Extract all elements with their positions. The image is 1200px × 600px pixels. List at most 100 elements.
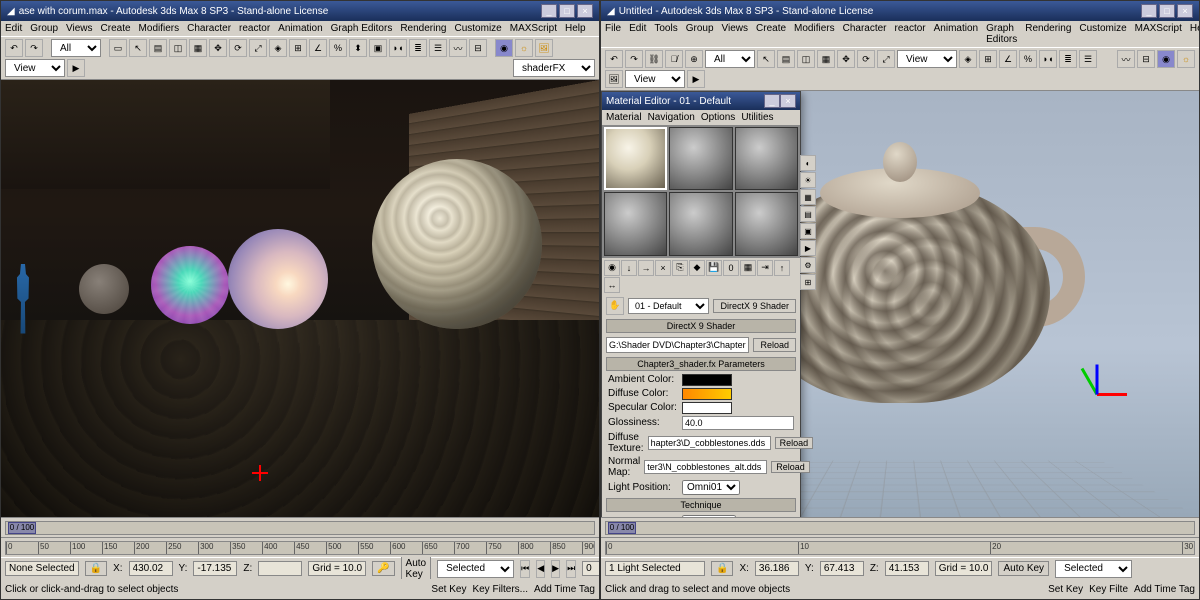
make-unique-icon[interactable]: ◆ [689, 260, 705, 276]
rotate-icon[interactable]: ⟳ [857, 50, 875, 68]
align-icon[interactable]: ≣ [1059, 50, 1077, 68]
move-icon[interactable]: ✥ [837, 50, 855, 68]
setkey-button[interactable]: Set Key [431, 584, 466, 595]
scale-icon[interactable]: ⤢ [249, 39, 267, 57]
menu-grapheditors[interactable]: Graph Editors [986, 23, 1017, 45]
spinner-snap-icon[interactable]: ⬍ [349, 39, 367, 57]
redo-icon[interactable]: ↷ [625, 50, 643, 68]
keymode-dropdown[interactable]: Selected [1055, 560, 1132, 578]
timeline-left[interactable]: 0 / 100 [1, 517, 599, 537]
go-sibling-icon[interactable]: ↔ [604, 277, 620, 293]
matmenu-navigation[interactable]: Navigation [648, 112, 695, 123]
diffuse-color-swatch[interactable] [682, 388, 732, 400]
timeline-ruler[interactable]: 0 / 100 [5, 521, 595, 535]
x-coord-input[interactable] [755, 561, 799, 576]
percent-snap-icon[interactable]: % [1019, 50, 1037, 68]
autokey-button[interactable]: Auto Key [401, 556, 432, 582]
rollout-params[interactable]: Chapter3_shader.fx Parameters [606, 357, 796, 371]
menu-reactor[interactable]: reactor [895, 23, 926, 45]
backlight-icon[interactable]: ☀ [800, 172, 816, 188]
undo-icon[interactable]: ↶ [605, 50, 623, 68]
gizmo-x-axis[interactable] [1097, 393, 1127, 396]
timeline-right[interactable]: 0 / 100 [601, 517, 1199, 537]
curve-editor-icon[interactable]: 〰 [1117, 50, 1135, 68]
y-coord-input[interactable] [193, 561, 237, 576]
matmenu-material[interactable]: Material [606, 112, 642, 123]
named-selection-icon[interactable]: ▣ [369, 39, 387, 57]
render-scene-icon[interactable]: ☼ [515, 39, 533, 57]
menu-modifiers[interactable]: Modifiers [794, 23, 835, 45]
gizmo-z-axis[interactable] [1096, 365, 1099, 395]
assign-material-icon[interactable]: → [638, 260, 654, 276]
mateditor-close-icon[interactable]: × [780, 94, 796, 108]
material-editor-icon[interactable]: ◉ [495, 39, 513, 57]
material-slot-6[interactable] [735, 192, 798, 255]
menu-group[interactable]: Group [30, 23, 58, 34]
play-icon[interactable]: ▶ [551, 560, 560, 578]
snap-toggle-icon[interactable]: ⊞ [289, 39, 307, 57]
material-editor-icon[interactable]: ◉ [1157, 50, 1175, 68]
material-slot-1[interactable] [604, 127, 667, 190]
bind-icon[interactable]: ⊕ [685, 50, 703, 68]
mateditor-minimize-icon[interactable]: _ [764, 94, 780, 108]
undo-icon[interactable]: ↶ [5, 39, 23, 57]
background-icon[interactable]: ▦ [800, 189, 816, 205]
menu-help[interactable]: Help [1190, 23, 1200, 45]
render-last-icon[interactable]: ▶ [67, 59, 85, 77]
keyfilters-button[interactable]: Key Filte [1089, 584, 1128, 595]
z-coord-input[interactable] [885, 561, 929, 576]
ref-coord-dropdown[interactable]: View [5, 59, 65, 77]
pivot-icon[interactable]: ◈ [959, 50, 977, 68]
frame-input[interactable] [582, 561, 600, 576]
render-dropdown[interactable]: View [625, 70, 685, 88]
ambient-color-swatch[interactable] [682, 374, 732, 386]
show-end-icon[interactable]: ⇥ [757, 260, 773, 276]
fx-reload-button[interactable]: Reload [753, 338, 796, 352]
layers-icon[interactable]: ☰ [1079, 50, 1097, 68]
select-by-mat-icon[interactable]: ⊞ [800, 274, 816, 290]
layers-icon[interactable]: ☰ [429, 39, 447, 57]
light-pos-dropdown[interactable]: Omni01 [682, 480, 740, 495]
menu-customize[interactable]: Customize [1079, 23, 1126, 45]
ref-coord-icon[interactable]: ◈ [269, 39, 287, 57]
material-name-dropdown[interactable]: 01 - Default [628, 298, 709, 314]
quick-render-icon[interactable]: 🖼 [605, 70, 623, 88]
fx-path-input[interactable] [606, 337, 749, 353]
shader-dropdown[interactable]: shaderFX [513, 59, 595, 77]
rect-select-icon[interactable]: ◫ [797, 50, 815, 68]
technique-dropdown[interactable]: regular [682, 515, 736, 517]
reset-material-icon[interactable]: × [655, 260, 671, 276]
sample-type-icon[interactable]: ◐ [800, 155, 816, 171]
select-by-name-icon[interactable]: ▤ [149, 39, 167, 57]
menu-create[interactable]: Create [756, 23, 786, 45]
mirror-icon[interactable]: ◗◖ [1039, 50, 1057, 68]
quick-render-icon[interactable]: 🖼 [535, 39, 553, 57]
angle-snap-icon[interactable]: ∠ [309, 39, 327, 57]
close-button[interactable]: × [577, 4, 593, 18]
render-last-icon[interactable]: ▶ [687, 70, 705, 88]
menu-animation[interactable]: Animation [278, 23, 322, 34]
schematic-icon[interactable]: ⊟ [1137, 50, 1155, 68]
menu-views[interactable]: Views [66, 23, 93, 34]
maximize-button[interactable]: □ [559, 4, 575, 18]
scale-icon[interactable]: ⤢ [877, 50, 895, 68]
material-slot-4[interactable] [604, 192, 667, 255]
shader-type-button[interactable]: DirectX 9 Shader [713, 299, 796, 313]
curve-editor-icon[interactable]: 〰 [449, 39, 467, 57]
diffuse-tex-input[interactable] [648, 436, 771, 450]
addtimetag[interactable]: Add Time Tag [534, 584, 595, 595]
menu-modifiers[interactable]: Modifiers [139, 23, 180, 34]
material-id-icon[interactable]: 0 [723, 260, 739, 276]
menu-edit[interactable]: Edit [5, 23, 22, 34]
timeline-ruler[interactable]: 0 / 100 [605, 521, 1195, 535]
viewport-right[interactable]: Material Editor - 01 - Default _ × Mater… [601, 91, 1199, 517]
autokey-button[interactable]: Auto Key [998, 561, 1049, 576]
menu-reactor[interactable]: reactor [239, 23, 270, 34]
material-slot-5[interactable] [669, 192, 732, 255]
x-coord-input[interactable] [129, 561, 173, 576]
snap-icon[interactable]: ⊞ [979, 50, 997, 68]
ref-coord-dropdown[interactable]: View [897, 50, 957, 68]
menu-edit[interactable]: Edit [629, 23, 646, 45]
cursor-icon[interactable]: ↖ [757, 50, 775, 68]
material-editor-window[interactable]: Material Editor - 01 - Default _ × Mater… [601, 91, 801, 517]
